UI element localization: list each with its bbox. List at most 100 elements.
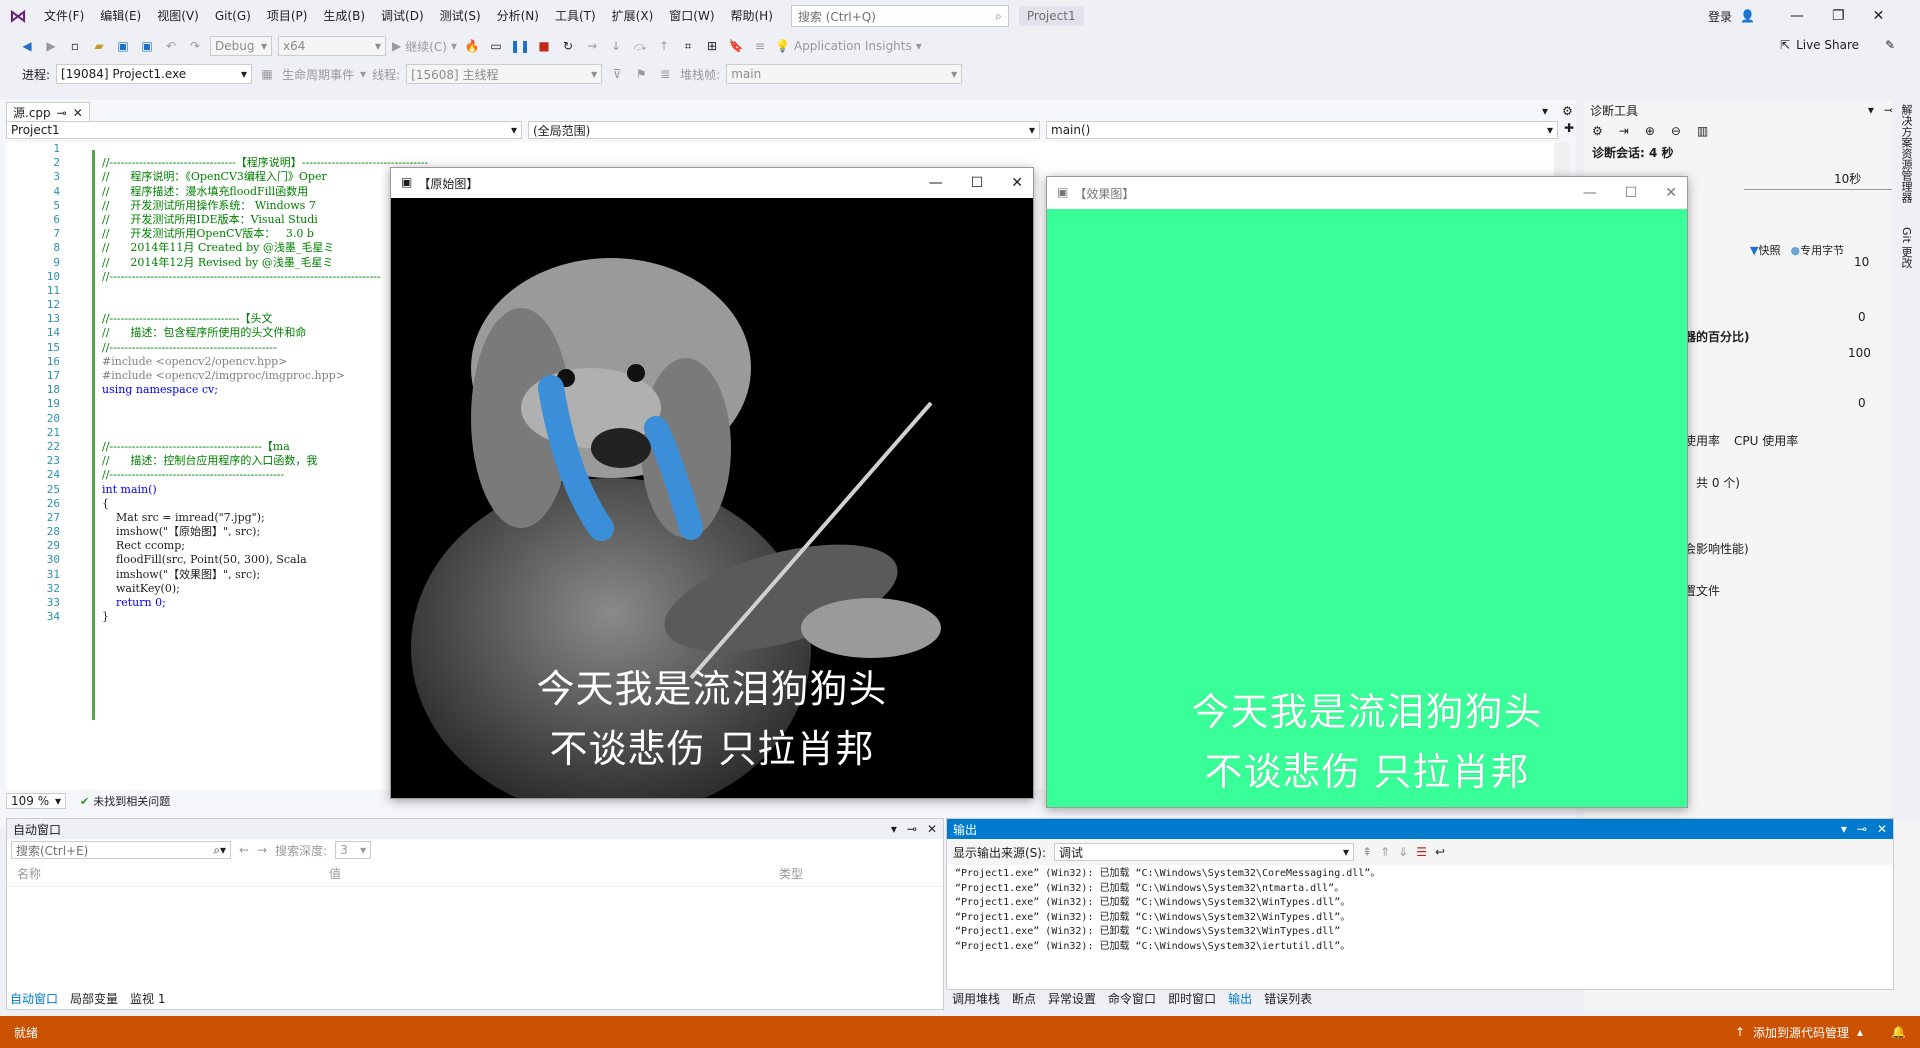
effect-image-window[interactable]: ▣ 【效果图】 — ☐ ✕ 今天我是流泪狗狗头 不谈悲伤 只拉肖邦 [1046, 176, 1688, 808]
lifecycle-icon[interactable]: ▦ [258, 65, 276, 83]
code-line[interactable]: int main() [102, 483, 428, 497]
close-icon[interactable]: ✕ [1011, 175, 1023, 191]
code-line[interactable]: //--------------------------------------… [102, 468, 428, 482]
col-value[interactable]: 值 [329, 865, 779, 882]
save-icon[interactable]: ▣ [114, 37, 132, 55]
code-line[interactable]: // 程序描述：漫水填充floodFill函数用 [102, 185, 428, 199]
bottom-tab[interactable]: 异常设置 [1048, 990, 1096, 1007]
code-line[interactable]: #include <opencv2/imgproc/imgproc.hpp> [102, 369, 428, 383]
new-file-icon[interactable]: ▫ [66, 37, 84, 55]
pause-icon[interactable]: ❚❚ [510, 37, 530, 55]
code-line[interactable]: //-----------------------------------【头文 [102, 312, 428, 326]
code-line[interactable]: //----------------------------------【程序说… [102, 156, 428, 170]
menu-item-5[interactable]: 生成(B) [315, 0, 373, 32]
zoom-dropdown[interactable]: 109 % ▾ [6, 793, 66, 809]
app-insights-button[interactable]: 💡 Application Insights ▾ [775, 39, 922, 53]
redo-icon[interactable]: ↷ [186, 37, 204, 55]
find-icon[interactable]: ⇞ [1362, 845, 1372, 859]
tab-usage[interactable]: 使用率 [1684, 432, 1720, 449]
effect-window-titlebar[interactable]: ▣ 【效果图】 — ☐ ✕ [1047, 177, 1687, 209]
original-image-window[interactable]: ▣ 【原始图】 — ☐ ✕ 今天我是流泪狗狗头 不谈悲伤 只拉肖邦 [390, 167, 1034, 799]
hex-icon[interactable]: ⌗ [679, 37, 697, 55]
git-changes-tab[interactable]: Git 更改 [1898, 227, 1914, 268]
col-name[interactable]: 名称 [17, 865, 329, 882]
code-line[interactable]: // 开发测试所用OpenCV版本： 3.0 b [102, 227, 428, 241]
project-dropdown[interactable]: Project1 ▾ [6, 121, 522, 139]
forward-icon[interactable]: ▶ [42, 37, 60, 55]
menu-item-2[interactable]: 视图(V) [149, 0, 207, 32]
settings-gear-icon[interactable]: ⚙ [1562, 104, 1573, 118]
code-line[interactable]: { [102, 497, 428, 511]
col-type[interactable]: 类型 [779, 865, 803, 882]
config-dropdown[interactable]: Debug ▾ [210, 36, 272, 56]
issues-status[interactable]: 未找到相关问题 [93, 793, 170, 809]
save-all-icon[interactable]: ▣ [138, 37, 156, 55]
original-window-titlebar[interactable]: ▣ 【原始图】 — ☐ ✕ [391, 168, 1033, 198]
maximize-icon[interactable]: ☐ [1625, 185, 1638, 201]
menu-item-3[interactable]: Git(G) [207, 0, 259, 32]
code-line[interactable]: // 程序说明：《OpenCV3编程入门》Oper [102, 170, 428, 184]
bottom-tab[interactable]: 自动窗口 [10, 990, 58, 1007]
depth-dropdown[interactable]: 3 ▾ [335, 841, 372, 859]
next-icon[interactable]: ⇓ [1398, 845, 1408, 859]
hot-reload-icon[interactable]: 🔥 [463, 37, 481, 55]
pin-icon[interactable]: ⊸ [907, 822, 917, 836]
prev-icon[interactable]: ⇑ [1380, 845, 1390, 859]
notification-bell-icon[interactable]: 🔔 [1891, 1025, 1906, 1039]
tab-overflow-icon[interactable]: ▾ [1542, 104, 1548, 118]
code-line[interactable]: // 开发测试所用IDE版本：Visual Studi [102, 213, 428, 227]
chart-icon[interactable]: ▥ [1697, 124, 1708, 138]
stack-icon[interactable]: ≣ [656, 65, 674, 83]
bottom-tab[interactable]: 命令窗口 [1108, 990, 1156, 1007]
bottom-tab[interactable]: 错误列表 [1264, 990, 1312, 1007]
close-icon[interactable]: ✕ [1877, 822, 1887, 836]
back-icon[interactable]: ◀ [18, 37, 36, 55]
restore-icon[interactable]: ❐ [1832, 8, 1845, 24]
visual-studio-logo-icon[interactable]: ⋈ [0, 0, 36, 32]
bottom-tab[interactable]: 局部变量 [70, 990, 118, 1007]
live-share-button[interactable]: ⇱ Live Share [1780, 38, 1859, 52]
menu-item-1[interactable]: 编辑(E) [92, 0, 149, 32]
menu-item-7[interactable]: 测试(S) [432, 0, 489, 32]
settings-icon[interactable]: ⚙ [1592, 124, 1603, 138]
menu-item-6[interactable]: 调试(D) [373, 0, 432, 32]
code-line[interactable]: using namespace cv; [102, 383, 428, 397]
code-line[interactable] [102, 142, 428, 156]
code-line[interactable]: // 开发测试所用操作系统： Windows 7 [102, 199, 428, 213]
menu-item-9[interactable]: 工具(T) [547, 0, 604, 32]
continue-button[interactable]: ▶ 继续(C) ▾ [392, 38, 457, 55]
word-wrap-icon[interactable]: ↩ [1435, 845, 1445, 859]
tab-cpu-usage[interactable]: CPU 使用率 [1734, 432, 1798, 449]
menu-item-10[interactable]: 扩展(X) [604, 0, 662, 32]
bottom-tab[interactable]: 输出 [1228, 990, 1252, 1007]
pin-icon[interactable]: ⊸ [57, 106, 67, 120]
menu-item-4[interactable]: 项目(P) [259, 0, 316, 32]
code-line[interactable] [102, 412, 428, 426]
minimize-icon[interactable]: — [1790, 8, 1804, 24]
split-icon[interactable]: ✚ [1564, 121, 1574, 141]
bottom-tab[interactable]: 调用堆栈 [952, 990, 1000, 1007]
output-source-dropdown[interactable]: 调试 ▾ [1054, 843, 1355, 861]
solution-explorer-tab[interactable]: 解决方案资源管理器 [1898, 104, 1914, 203]
profile-file[interactable]: 置文件 [1684, 582, 1720, 599]
dropdown-icon[interactable]: ▾ [1868, 103, 1874, 117]
menu-item-11[interactable]: 窗口(W) [661, 0, 722, 32]
screen-icon[interactable]: ▭ [487, 37, 505, 55]
maximize-icon[interactable]: ☐ [971, 175, 984, 191]
code-line[interactable]: floodFill(src, Point(50, 300), Scala [102, 553, 428, 567]
flag-icon[interactable]: ⚑ [632, 65, 650, 83]
code-line[interactable]: Rect ccomp; [102, 539, 428, 553]
back-icon[interactable]: ← [239, 843, 249, 857]
thread-icon[interactable]: ⊞ [703, 37, 721, 55]
menu-item-0[interactable]: 文件(F) [36, 0, 92, 32]
export-icon[interactable]: ⇥ [1619, 124, 1629, 138]
code-text[interactable]: //----------------------------------【程序说… [102, 142, 428, 624]
zoom-in-icon[interactable]: ⊕ [1645, 124, 1655, 138]
code-line[interactable]: imshow("【原始图】", src); [102, 525, 428, 539]
code-line[interactable] [102, 284, 428, 298]
code-line[interactable] [102, 298, 428, 312]
code-line[interactable]: // 2014年11月 Created by @浅墨_毛星ミ [102, 241, 428, 255]
autos-search-input[interactable]: 搜索(Ctrl+E) ⌕▾ [11, 841, 231, 859]
tab-source-cpp[interactable]: 源.cpp ⊸ ✕ [6, 102, 90, 122]
code-line[interactable]: // 描述：包含程序所使用的头文件和命 [102, 326, 428, 340]
